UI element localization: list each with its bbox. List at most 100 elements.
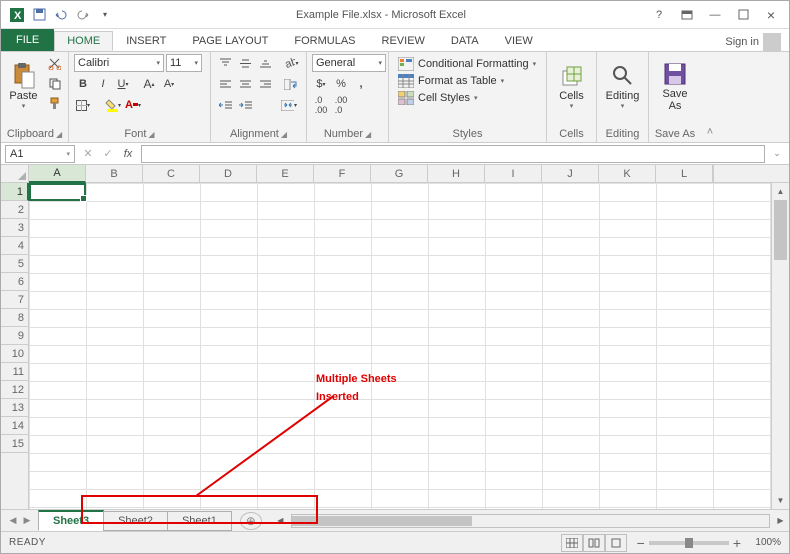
increase-indent-icon[interactable] — [236, 96, 254, 114]
row-header[interactable]: 12 — [1, 381, 28, 399]
number-format-combo[interactable]: General▾ — [312, 54, 386, 72]
row-header[interactable]: 8 — [1, 309, 28, 327]
scroll-left-icon[interactable]: ◀ — [272, 512, 289, 529]
horizontal-scrollbar[interactable]: ◀ ▶ — [272, 512, 789, 529]
wrap-text-icon[interactable] — [282, 75, 300, 93]
sign-in-link[interactable]: Sign in — [725, 33, 789, 51]
qat-save-icon[interactable] — [29, 5, 49, 25]
tab-file[interactable]: FILE — [1, 29, 54, 51]
sheet-nav-prev-icon[interactable]: ◀ — [7, 515, 19, 526]
underline-button[interactable]: U▾ — [114, 75, 132, 93]
column-header[interactable]: L — [656, 165, 713, 182]
scroll-up-icon[interactable]: ▲ — [772, 183, 789, 200]
decrease-font-icon[interactable]: A▾ — [160, 75, 178, 93]
row-header[interactable]: 7 — [1, 291, 28, 309]
row-header[interactable]: 2 — [1, 201, 28, 219]
increase-font-icon[interactable]: A▴ — [140, 75, 158, 93]
zoom-in-button[interactable]: + — [733, 535, 741, 551]
column-header[interactable]: H — [428, 165, 485, 182]
ribbon-display-icon[interactable] — [675, 5, 699, 25]
decrease-indent-icon[interactable] — [216, 96, 234, 114]
help-icon[interactable]: ? — [647, 5, 671, 25]
tab-insert[interactable]: INSERT — [113, 31, 179, 51]
insert-function-icon[interactable]: fx — [119, 145, 137, 163]
accounting-format-icon[interactable]: $▾ — [312, 75, 330, 93]
italic-button[interactable]: I — [94, 75, 112, 93]
paste-button[interactable]: Paste ▾ — [6, 54, 41, 118]
align-middle-icon[interactable] — [236, 54, 254, 72]
row-header[interactable]: 14 — [1, 417, 28, 435]
row-header[interactable]: 1 — [1, 183, 29, 201]
save-as-button[interactable]: Save As — [654, 54, 696, 118]
zoom-level[interactable]: 100% — [745, 537, 781, 548]
column-header[interactable]: J — [542, 165, 599, 182]
increase-decimal-icon[interactable]: .0.00 — [312, 96, 330, 114]
cut-icon[interactable] — [45, 54, 63, 72]
zoom-slider[interactable] — [649, 541, 729, 545]
name-box[interactable]: A1▾ — [5, 145, 75, 163]
tab-page-layout[interactable]: PAGE LAYOUT — [179, 31, 281, 51]
zoom-out-button[interactable]: − — [637, 535, 645, 551]
scroll-right-icon[interactable]: ▶ — [772, 512, 789, 529]
format-painter-icon[interactable] — [45, 94, 63, 112]
alignment-launcher-icon[interactable]: ◢ — [281, 130, 287, 139]
tab-review[interactable]: REVIEW — [369, 31, 438, 51]
format-as-table-button[interactable]: Format as Table▾ — [394, 73, 508, 89]
row-header[interactable]: 6 — [1, 273, 28, 291]
collapse-ribbon-icon[interactable]: ˄ — [701, 52, 719, 142]
row-header[interactable]: 13 — [1, 399, 28, 417]
decrease-decimal-icon[interactable]: .00.0 — [332, 96, 350, 114]
copy-icon[interactable] — [45, 74, 63, 92]
row-header[interactable]: 3 — [1, 219, 28, 237]
column-header[interactable]: I — [485, 165, 542, 182]
qat-customize-icon[interactable]: ▾ — [95, 5, 115, 25]
cells-button[interactable]: Cells▾ — [552, 54, 591, 118]
expand-formula-bar-icon[interactable]: ⌄ — [769, 148, 785, 159]
font-name-combo[interactable]: Calibri▾ — [74, 54, 164, 72]
sheet-tab[interactable]: Sheet3 — [38, 510, 104, 531]
align-bottom-icon[interactable] — [256, 54, 274, 72]
comma-style-icon[interactable]: , — [352, 75, 370, 93]
column-header[interactable]: E — [257, 165, 314, 182]
sheet-tab[interactable]: Sheet1 — [167, 511, 232, 531]
formula-input[interactable] — [141, 145, 765, 163]
column-header[interactable]: A — [29, 165, 86, 183]
new-sheet-button[interactable]: ⊕ — [240, 512, 262, 530]
cancel-formula-icon[interactable]: ✕ — [79, 145, 97, 163]
tab-formulas[interactable]: FORMULAS — [281, 31, 368, 51]
row-header[interactable]: 5 — [1, 255, 28, 273]
font-color-button[interactable]: A▾ — [124, 96, 142, 114]
sheet-nav-next-icon[interactable]: ▶ — [21, 515, 33, 526]
qat-redo-icon[interactable] — [73, 5, 93, 25]
percent-style-icon[interactable]: % — [332, 75, 350, 93]
font-launcher-icon[interactable]: ◢ — [148, 130, 154, 139]
row-header[interactable]: 10 — [1, 345, 28, 363]
qat-undo-icon[interactable] — [51, 5, 71, 25]
align-right-icon[interactable] — [256, 75, 274, 93]
bold-button[interactable]: B — [74, 75, 92, 93]
view-normal-icon[interactable] — [561, 534, 583, 552]
close-icon[interactable]: × — [759, 5, 783, 25]
column-header[interactable]: F — [314, 165, 371, 182]
clipboard-launcher-icon[interactable]: ◢ — [56, 130, 62, 139]
enter-formula-icon[interactable]: ✓ — [99, 145, 117, 163]
vertical-scrollbar[interactable]: ▲ ▼ — [771, 183, 789, 509]
cells-grid[interactable] — [29, 183, 771, 509]
view-page-break-icon[interactable] — [605, 534, 627, 552]
minimize-icon[interactable]: — — [703, 5, 727, 25]
row-header[interactable]: 15 — [1, 435, 28, 453]
maximize-icon[interactable] — [731, 5, 755, 25]
orientation-icon[interactable]: ab▾ — [282, 54, 300, 72]
row-header[interactable]: 4 — [1, 237, 28, 255]
tab-data[interactable]: DATA — [438, 31, 492, 51]
tab-view[interactable]: VIEW — [492, 31, 546, 51]
align-top-icon[interactable] — [216, 54, 234, 72]
editing-button[interactable]: Editing▾ — [602, 54, 643, 118]
borders-button[interactable]: ▾ — [74, 96, 92, 114]
column-header[interactable]: D — [200, 165, 257, 182]
number-launcher-icon[interactable]: ◢ — [365, 130, 371, 139]
column-header[interactable]: C — [143, 165, 200, 182]
cell-styles-button[interactable]: Cell Styles▾ — [394, 90, 481, 106]
column-header[interactable]: G — [371, 165, 428, 182]
scroll-down-icon[interactable]: ▼ — [772, 492, 789, 509]
